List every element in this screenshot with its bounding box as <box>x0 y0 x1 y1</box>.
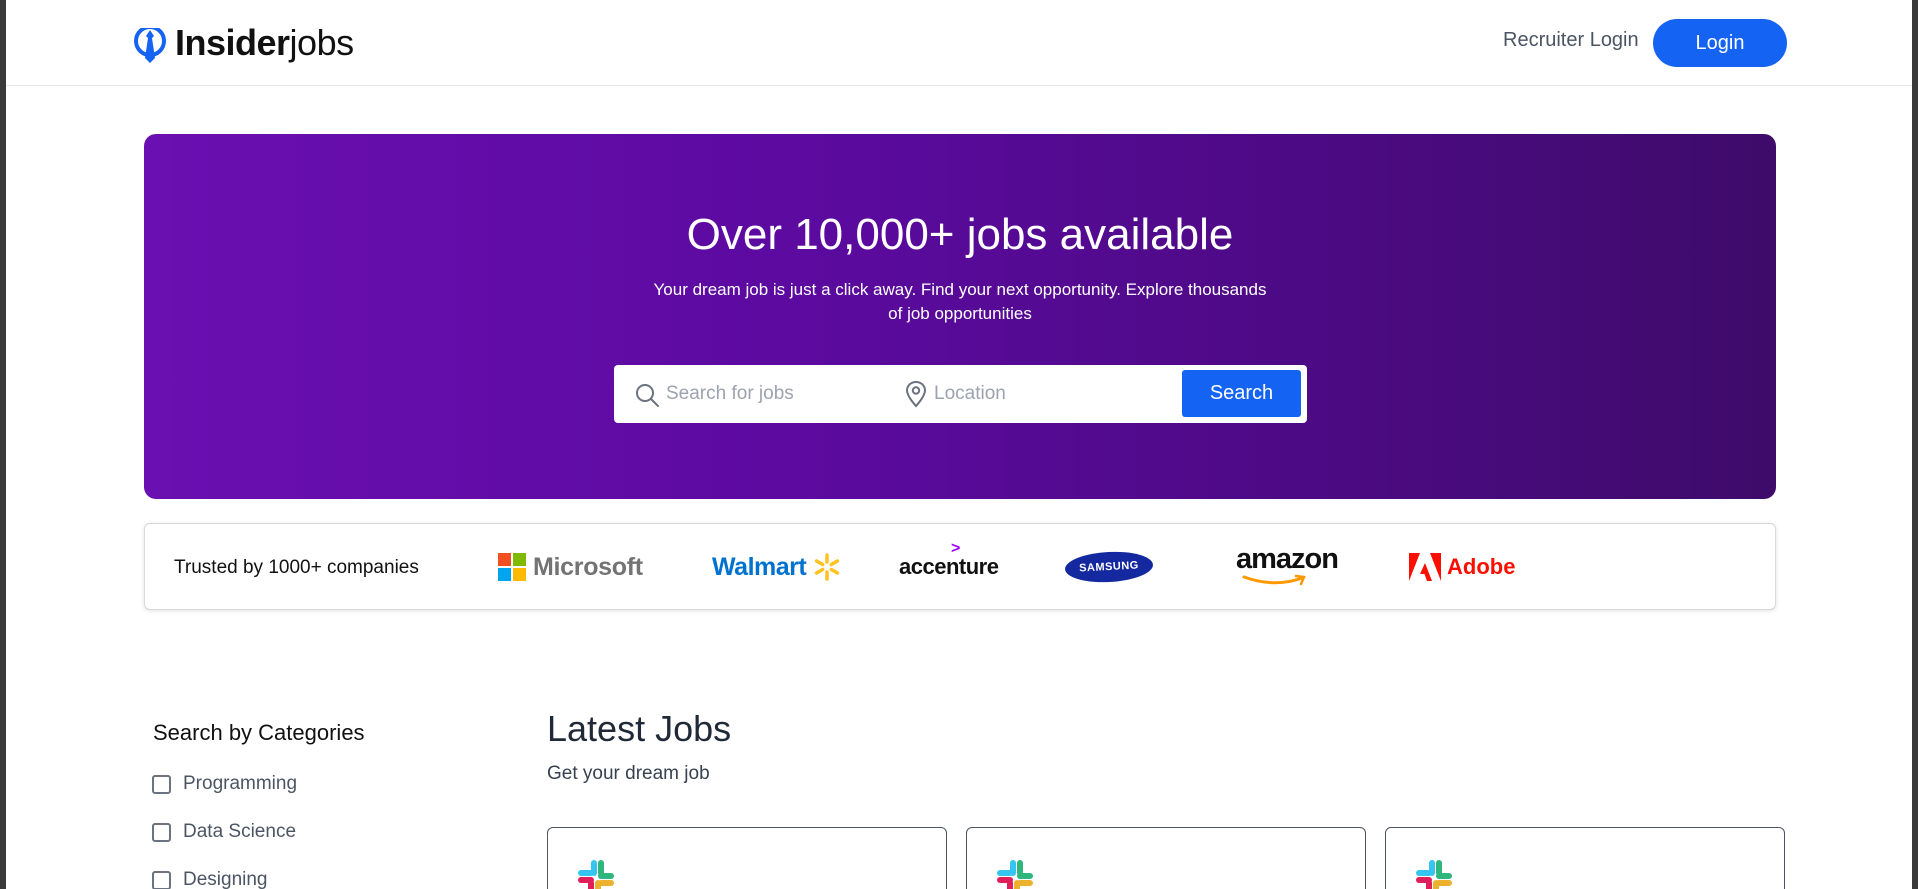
logo-text-light: jobs <box>289 22 355 63</box>
job-card[interactable] <box>547 827 947 889</box>
search-input[interactable] <box>666 375 876 413</box>
microsoft-logo: Microsoft <box>498 550 643 584</box>
category-designing[interactable]: Designing <box>152 869 268 889</box>
logo[interactable]: Insiderjobs <box>133 20 354 66</box>
latest-jobs-subtitle: Get your dream job <box>547 763 710 784</box>
checkbox[interactable] <box>152 870 171 889</box>
microsoft-squares-icon <box>498 553 526 581</box>
category-programming[interactable]: Programming <box>152 773 297 795</box>
location-pin-icon <box>905 380 927 408</box>
accenture-chevron-icon: > <box>951 540 960 557</box>
job-card[interactable] <box>1385 827 1785 889</box>
site-header: Insiderjobs Recruiter Login Login <box>6 0 1912 86</box>
hero-title: Over 10,000+ jobs available <box>686 210 1234 259</box>
checkbox[interactable] <box>152 822 171 842</box>
amazon-logo-text: amazon <box>1236 543 1339 575</box>
job-card[interactable] <box>966 827 1366 889</box>
microsoft-logo-text: Microsoft <box>533 552 643 581</box>
latest-jobs-title: Latest Jobs <box>547 708 732 749</box>
search-button[interactable]: Search <box>1182 370 1301 417</box>
category-label: Programming <box>183 773 298 794</box>
adobe-logo: Adobe <box>1409 550 1515 584</box>
logo-text-bold: Insider <box>175 22 290 63</box>
samsung-logo-text: SAMSUNG <box>1064 549 1154 585</box>
search-icon <box>636 384 659 407</box>
amazon-smile-icon <box>1242 574 1306 586</box>
slack-icon <box>1416 860 1452 889</box>
accenture-logo: > accenture <box>899 540 999 584</box>
category-label: Designing <box>183 869 268 889</box>
tie-person-icon <box>133 22 167 63</box>
checkbox[interactable] <box>152 774 171 794</box>
trusted-label: Trusted by 1000+ companies <box>174 557 419 578</box>
adobe-logo-text: Adobe <box>1447 554 1516 579</box>
slack-icon <box>997 860 1033 889</box>
login-button[interactable]: Login <box>1653 19 1787 67</box>
search-bar: Search <box>614 365 1307 423</box>
location-input[interactable] <box>934 375 1164 413</box>
hero-banner: Over 10,000+ jobs available Your dream j… <box>144 134 1776 499</box>
hero-subtitle: Your dream job is just a click away. Fin… <box>653 280 1267 323</box>
trusted-companies-bar: Trusted by 1000+ companies Microsoft Wal… <box>144 523 1776 610</box>
recruiter-login-link[interactable]: Recruiter Login <box>1503 29 1639 52</box>
samsung-logo: SAMSUNG <box>1064 549 1154 585</box>
walmart-spark-icon <box>815 553 840 581</box>
walmart-logo: Walmart <box>712 550 842 584</box>
adobe-icon <box>1409 553 1441 581</box>
amazon-logo: amazon <box>1236 543 1339 588</box>
category-label: Data Science <box>183 821 297 842</box>
accenture-logo-text: accenture <box>899 554 999 579</box>
slack-icon <box>578 860 614 889</box>
categories-title: Search by Categories <box>153 720 365 745</box>
walmart-logo-text: Walmart <box>712 552 807 581</box>
page: Insiderjobs Recruiter Login Login Over 1… <box>6 0 1912 889</box>
category-data-science[interactable]: Data Science <box>152 821 296 843</box>
